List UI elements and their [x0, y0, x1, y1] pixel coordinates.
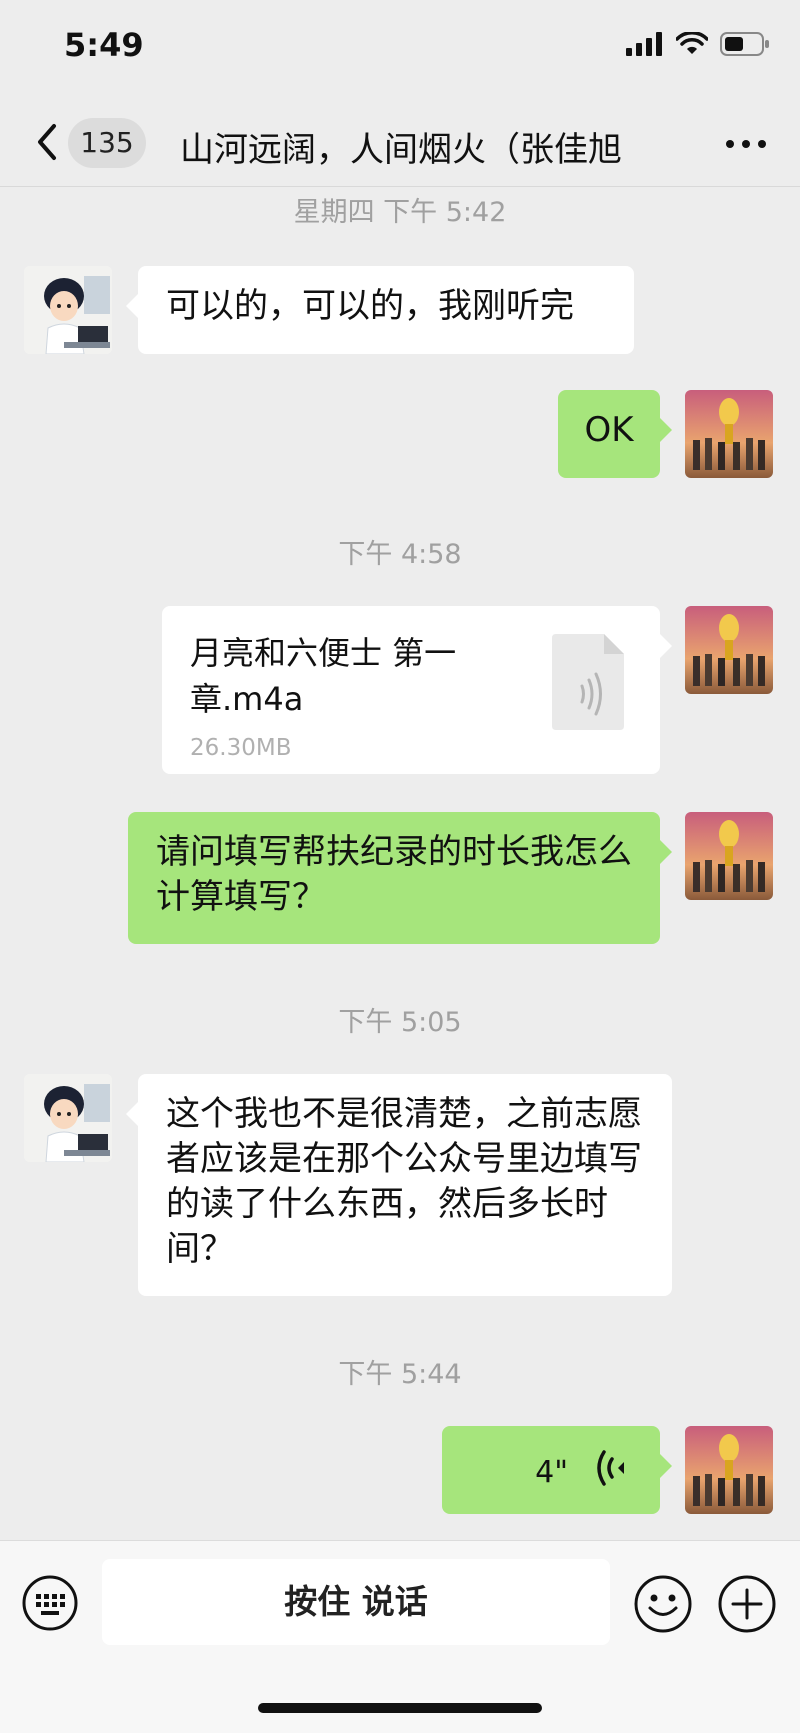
timestamp: 下午 4:58	[338, 539, 462, 570]
message-text: 请问填写帮扶纪录的时长我怎么计算填写？	[156, 832, 632, 917]
wifi-icon	[676, 32, 708, 54]
my-avatar-image	[685, 812, 773, 900]
file-name: 月亮和六便士 第一章.m4a	[190, 634, 457, 718]
more-options-icon[interactable]	[722, 124, 770, 164]
contact-avatar-image	[24, 266, 112, 354]
message-bubble-outgoing[interactable]: 请问填写帮扶纪录的时长我怎么计算填写？	[128, 812, 672, 944]
cellular-signal-icon	[626, 32, 662, 56]
chat-title: 山河远阔，人间烟火（张佳旭	[180, 130, 622, 170]
audio-file-icon	[552, 634, 624, 730]
voice-wave-icon	[597, 1450, 624, 1486]
chat-header: 135 山河远阔，人间烟火（张佳旭	[0, 100, 800, 187]
timestamp: 星期四 下午 5:42	[293, 197, 507, 228]
home-indicator	[258, 1703, 542, 1713]
hold-to-talk-button[interactable]: 按住 说话	[102, 1559, 610, 1645]
my-avatar-image	[685, 390, 773, 478]
file-size: 26.30MB	[190, 735, 292, 761]
contact-avatar-image	[24, 1074, 112, 1162]
my-avatar[interactable]	[685, 812, 773, 900]
my-avatar[interactable]	[685, 606, 773, 694]
status-time: 5:49	[64, 26, 144, 64]
my-avatar[interactable]	[685, 1426, 773, 1514]
my-avatar-image	[685, 606, 773, 694]
message-bubble-incoming[interactable]: 这个我也不是很清楚，之前志愿者应该是在那个公众号里边填写的读了什么东西，然后多长…	[126, 1074, 672, 1296]
timestamp: 下午 5:44	[338, 1359, 462, 1390]
status-bar: 5:49	[0, 0, 800, 100]
plus-icon[interactable]	[718, 1575, 776, 1633]
voice-message-bubble[interactable]: 4"	[442, 1426, 672, 1514]
timestamp: 下午 5:05	[338, 1007, 462, 1038]
status-icons	[626, 32, 770, 56]
keyboard-icon[interactable]	[22, 1575, 78, 1631]
voice-duration: 4"	[535, 1455, 568, 1490]
chat-input-bar: 按住 说话	[0, 1540, 800, 1733]
message-bubble-outgoing[interactable]: OK	[558, 390, 672, 478]
emoji-icon[interactable]	[634, 1575, 692, 1633]
my-avatar-image	[685, 1426, 773, 1514]
message-text: OK	[584, 410, 634, 450]
unread-count-badge[interactable]: 135	[68, 118, 146, 168]
message-text: 这个我也不是很清楚，之前志愿者应该是在那个公众号里边填写的读了什么东西，然后多长…	[166, 1094, 642, 1269]
battery-icon	[720, 32, 769, 56]
contact-avatar[interactable]	[24, 1074, 112, 1162]
my-avatar[interactable]	[685, 390, 773, 478]
message-bubble-incoming[interactable]: 可以的，可以的，我刚听完	[126, 266, 634, 354]
contact-avatar[interactable]	[24, 266, 112, 354]
file-message-card[interactable]: 月亮和六便士 第一章.m4a 26.30MB	[162, 606, 672, 774]
back-chevron-icon[interactable]	[30, 120, 64, 164]
message-text: 可以的，可以的，我刚听完	[166, 286, 574, 326]
